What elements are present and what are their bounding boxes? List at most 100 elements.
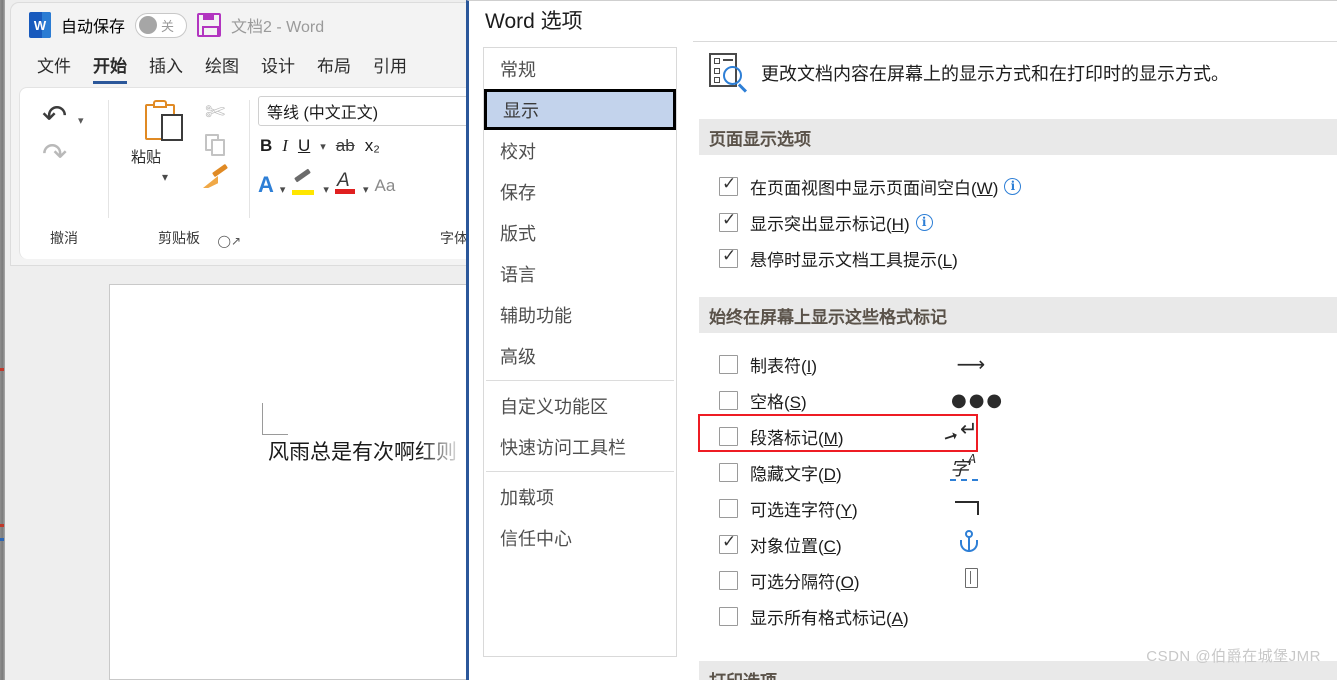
checkbox-optional-breaks[interactable] — [719, 570, 738, 590]
document-scroll-area[interactable]: 风雨总是有次啊红则 — [10, 266, 470, 680]
edge-marker-red — [0, 524, 4, 527]
ribbon-group-font: 等线 (中文正文) B I U ▾ ab x₂ A ▾ ▾ A ▾ Aa 字体 — [250, 88, 470, 258]
hidden-text-icon: 字A — [950, 451, 978, 481]
checkbox-all-formatting-marks[interactable] — [719, 606, 738, 626]
tab-file[interactable]: 文件 — [37, 52, 71, 81]
checkbox-tab-characters[interactable] — [719, 354, 738, 374]
sidebar-item-quick-access-toolbar[interactable]: 快速访问工具栏 — [484, 426, 676, 467]
subscript-button[interactable]: x₂ — [365, 136, 380, 156]
tab-draw[interactable]: 绘图 — [205, 52, 239, 81]
ribbon-tabs: 文件 开始 插入 绘图 设计 布局 引用 — [11, 47, 470, 85]
label-text: 段落标记( — [750, 428, 824, 448]
accelerator-key: O — [840, 572, 854, 592]
font-effects-row: A ▾ ▾ A ▾ Aa — [258, 168, 395, 196]
font-color-icon[interactable]: A — [334, 171, 357, 196]
tab-insert[interactable]: 插入 — [149, 52, 183, 81]
section-header-page-display: 页面显示选项 — [699, 119, 1337, 155]
tab-home[interactable]: 开始 — [93, 52, 127, 84]
text-highlight-icon[interactable] — [291, 168, 317, 196]
watermark: CSDN @伯爵在城堡JMR — [1146, 648, 1321, 665]
sidebar-item-display[interactable]: 显示 — [484, 89, 676, 130]
option-row-optional-breaks[interactable]: 可选分隔符(O) — [719, 565, 978, 595]
autosave-toggle[interactable]: 关 — [135, 12, 188, 38]
sidebar-item-layout[interactable]: 版式 — [484, 212, 676, 253]
undo-icon[interactable]: ↶ — [42, 102, 67, 132]
label-text: 空格( — [750, 392, 790, 412]
copy-icon[interactable] — [205, 134, 227, 158]
accelerator-key: H — [891, 214, 904, 234]
undo-dropdown-icon[interactable]: ▾ — [78, 114, 84, 127]
font-name-input[interactable]: 等线 (中文正文) — [258, 96, 470, 126]
strikethrough-button[interactable]: ab — [336, 136, 355, 156]
tab-references[interactable]: 引用 — [373, 52, 407, 81]
save-icon[interactable] — [197, 13, 222, 37]
info-icon[interactable]: i — [915, 213, 933, 231]
ribbon-group-clipboard: 粘贴 ▾ ✄ 剪贴板 ◯↗ — [109, 88, 249, 258]
change-case-button[interactable]: Aa — [374, 176, 395, 196]
sidebar-item-advanced[interactable]: 高级 — [484, 335, 676, 376]
option-row-paragraph-marks[interactable]: 段落标记(M) ➞ ↵ — [719, 418, 978, 451]
checkbox-document-tooltips[interactable] — [719, 246, 738, 268]
options-panel: 更改文档内容在屏幕上的显示方式和在打印时的显示方式。 页面显示选项 在页面视图中… — [693, 41, 1337, 680]
bold-button[interactable]: B — [260, 136, 272, 156]
sidebar-item-general[interactable]: 常规 — [484, 48, 676, 89]
underline-dropdown-icon[interactable]: ▾ — [320, 140, 326, 153]
redo-icon[interactable]: ↷ — [42, 140, 67, 170]
paste-icon[interactable] — [145, 100, 183, 142]
sidebar-item-trust-center[interactable]: 信任中心 — [484, 517, 676, 558]
option-row-hidden-text[interactable]: 隐藏文字(D) 字A — [719, 452, 978, 487]
document-page[interactable]: 风雨总是有次啊红则 — [109, 284, 470, 680]
checkbox-white-space[interactable] — [719, 174, 738, 196]
word-ribbon-chrome: W 自动保存 关 文档2 - Word 文件 开始 插入 绘图 设计 布局 引用… — [10, 2, 470, 266]
sidebar-item-language[interactable]: 语言 — [484, 253, 676, 294]
sidebar-item-addins[interactable]: 加载项 — [484, 476, 676, 517]
label-suffix: ) — [835, 464, 842, 484]
tab-layout[interactable]: 布局 — [317, 52, 351, 81]
space-dots-icon: ●●● — [951, 389, 1005, 411]
paragraph-return-icon: ➞ ↵ — [941, 416, 978, 449]
label-text: 可选连字符( — [750, 500, 841, 520]
checkbox-paragraph-marks[interactable] — [719, 426, 738, 446]
checkbox-object-anchors[interactable] — [719, 532, 738, 554]
text-effects-icon[interactable]: A — [258, 174, 274, 196]
label-suffix: ) — [837, 428, 844, 448]
option-row-object-anchors[interactable]: 对象位置(C) — [719, 529, 978, 559]
option-row-all-formatting-marks[interactable]: 显示所有格式标记(A) — [719, 601, 909, 631]
document-name: 文档2 — [231, 19, 272, 36]
scissors-icon[interactable]: ✄ — [205, 100, 225, 124]
option-row-highlighter-marks[interactable]: 显示突出显示标记(H) i — [719, 207, 933, 237]
label-text: 对象位置( — [750, 536, 824, 556]
option-row-white-space[interactable]: 在页面视图中显示页面间空白(W) i — [719, 171, 1022, 201]
highlight-dropdown-icon[interactable]: ▾ — [323, 183, 329, 196]
paste-button-label[interactable]: 粘贴 — [131, 146, 161, 167]
option-row-tab-characters[interactable]: 制表符(I) ⟶ — [719, 349, 985, 379]
label-suffix: ) — [811, 356, 818, 376]
checkbox-spaces[interactable] — [719, 390, 738, 410]
label-suffix: ) — [853, 572, 860, 592]
info-icon[interactable]: i — [1004, 177, 1022, 195]
option-row-optional-hyphens[interactable]: 可选连字符(Y) — [719, 493, 979, 523]
ribbon-group-label-font: 字体 — [440, 230, 468, 246]
sidebar-item-accessibility[interactable]: 辅助功能 — [484, 294, 676, 335]
checkbox-highlighter-marks[interactable] — [719, 210, 738, 232]
document-body-text[interactable]: 风雨总是有次啊红则 — [268, 437, 470, 467]
sidebar-item-customize-ribbon[interactable]: 自定义功能区 — [484, 385, 676, 426]
checkbox-optional-hyphens[interactable] — [719, 498, 738, 518]
format-painter-icon[interactable] — [203, 163, 229, 192]
tab-design[interactable]: 设计 — [261, 52, 295, 81]
option-label-paragraph-marks: 段落标记(M) — [750, 424, 844, 449]
paste-dropdown-icon[interactable]: ▾ — [162, 170, 168, 184]
option-row-document-tooltips[interactable]: 悬停时显示文档工具提示(L) — [719, 243, 958, 273]
word-options-dialog: Word 选项 常规 显示 校对 保存 版式 语言 辅助功能 高级 自定义功能区… — [466, 0, 1337, 680]
checkbox-hidden-text[interactable] — [719, 462, 738, 482]
text-effects-dropdown-icon[interactable]: ▾ — [280, 183, 286, 196]
sidebar-item-proofing[interactable]: 校对 — [484, 130, 676, 171]
sidebar-item-save[interactable]: 保存 — [484, 171, 676, 212]
underline-button[interactable]: U — [298, 136, 310, 156]
tab-arrow-icon: ⟶ — [956, 352, 986, 376]
italic-button[interactable]: I — [282, 136, 288, 156]
font-color-dropdown-icon[interactable]: ▾ — [363, 183, 369, 196]
option-row-spaces[interactable]: 空格(S) ●●● — [719, 385, 1002, 415]
dialog-launcher-icon[interactable]: ◯↗ — [218, 234, 241, 248]
option-label-highlighter-marks: 显示突出显示标记(H) — [750, 210, 910, 235]
